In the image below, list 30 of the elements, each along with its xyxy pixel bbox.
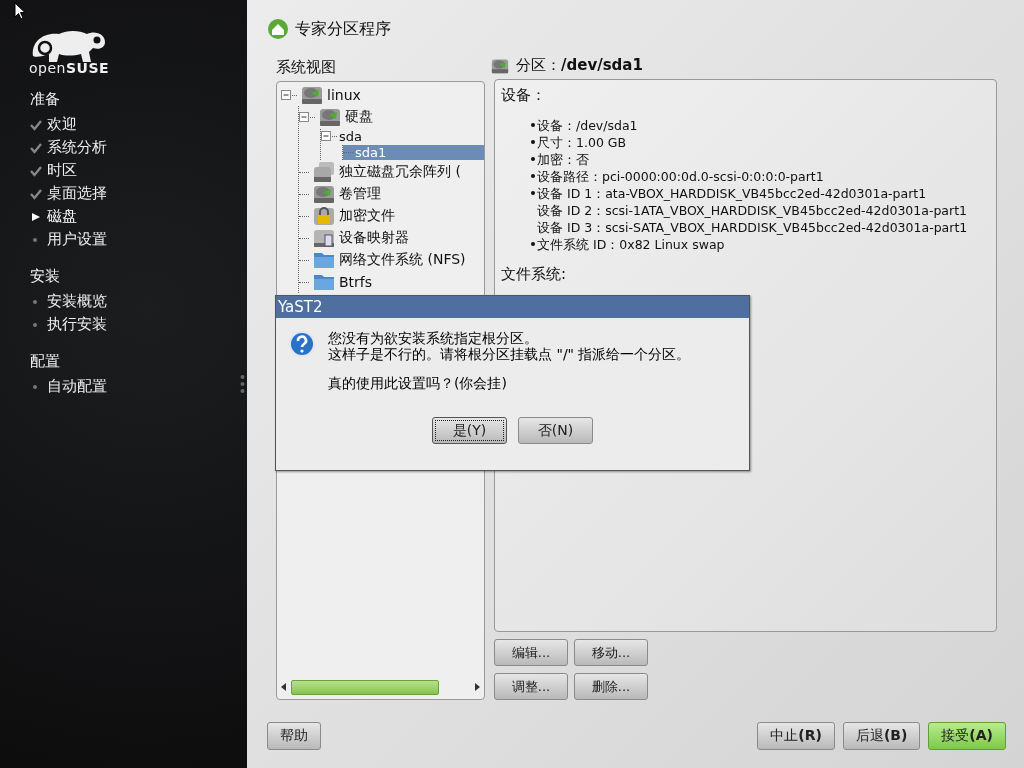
dialog-question: 真的使用此设置吗？(你会挂) <box>328 375 507 391</box>
window-title: 专家分区程序 <box>295 18 391 40</box>
section-heading: 安装 <box>30 267 60 286</box>
logo-text: openSUSE <box>29 60 110 76</box>
section-heading: 文件系统: <box>501 265 567 284</box>
step-label: 时区 <box>47 161 77 180</box>
step-label: 欢迎 <box>47 115 77 134</box>
detail-line: 设备 ID 2：scsi-1ATA_VBOX_HARDDISK_VB45bcc2ed-42d0301a-part1 <box>537 202 967 219</box>
detail-line: 加密：否 <box>537 151 589 168</box>
section-heading: 配置 <box>30 352 60 371</box>
step-label: 安装概览 <box>47 292 107 311</box>
detail-line: 设备：/dev/sda1 <box>537 117 638 134</box>
detail-line: 文件系统 ID：0x82 Linux swap <box>537 236 725 253</box>
section-heading: 设备： <box>501 86 546 105</box>
step-label: 磁盘 <box>47 207 77 226</box>
step-label: 用户设置 <box>47 230 107 249</box>
dialog-message: 这样子是不行的。请将根分区挂载点 "/" 指派给一个分区。 <box>328 346 691 362</box>
step-label: 自动配置 <box>47 377 107 396</box>
dialog-message: 您没有为欲安装系统指定根分区。 <box>328 330 538 346</box>
partition-title: 分区：/dev/sda1 <box>516 56 643 75</box>
step-label: 执行安装 <box>47 315 107 334</box>
section-heading: 准备 <box>30 90 60 109</box>
detail-line: 设备 ID 1：ata-VBOX_HARDDISK_VB45bcc2ed-42d0301a-part1 <box>537 185 927 202</box>
detail-line: 设备 ID 3：scsi-SATA_VBOX_HARDDISK_VB45bcc2ed-42d0301a-part1 <box>537 219 968 236</box>
step-label: 系统分析 <box>47 138 107 157</box>
detail-line: 设备路径：pci-0000:00:0d.0-scsi-0:0:0:0-part1 <box>537 168 824 185</box>
section-label: 系统视图 <box>276 58 336 77</box>
dialog-title: YaST2 <box>278 298 323 316</box>
detail-line: 尺寸：1.00 GB <box>537 134 627 151</box>
step-label: 桌面选择 <box>47 184 107 203</box>
